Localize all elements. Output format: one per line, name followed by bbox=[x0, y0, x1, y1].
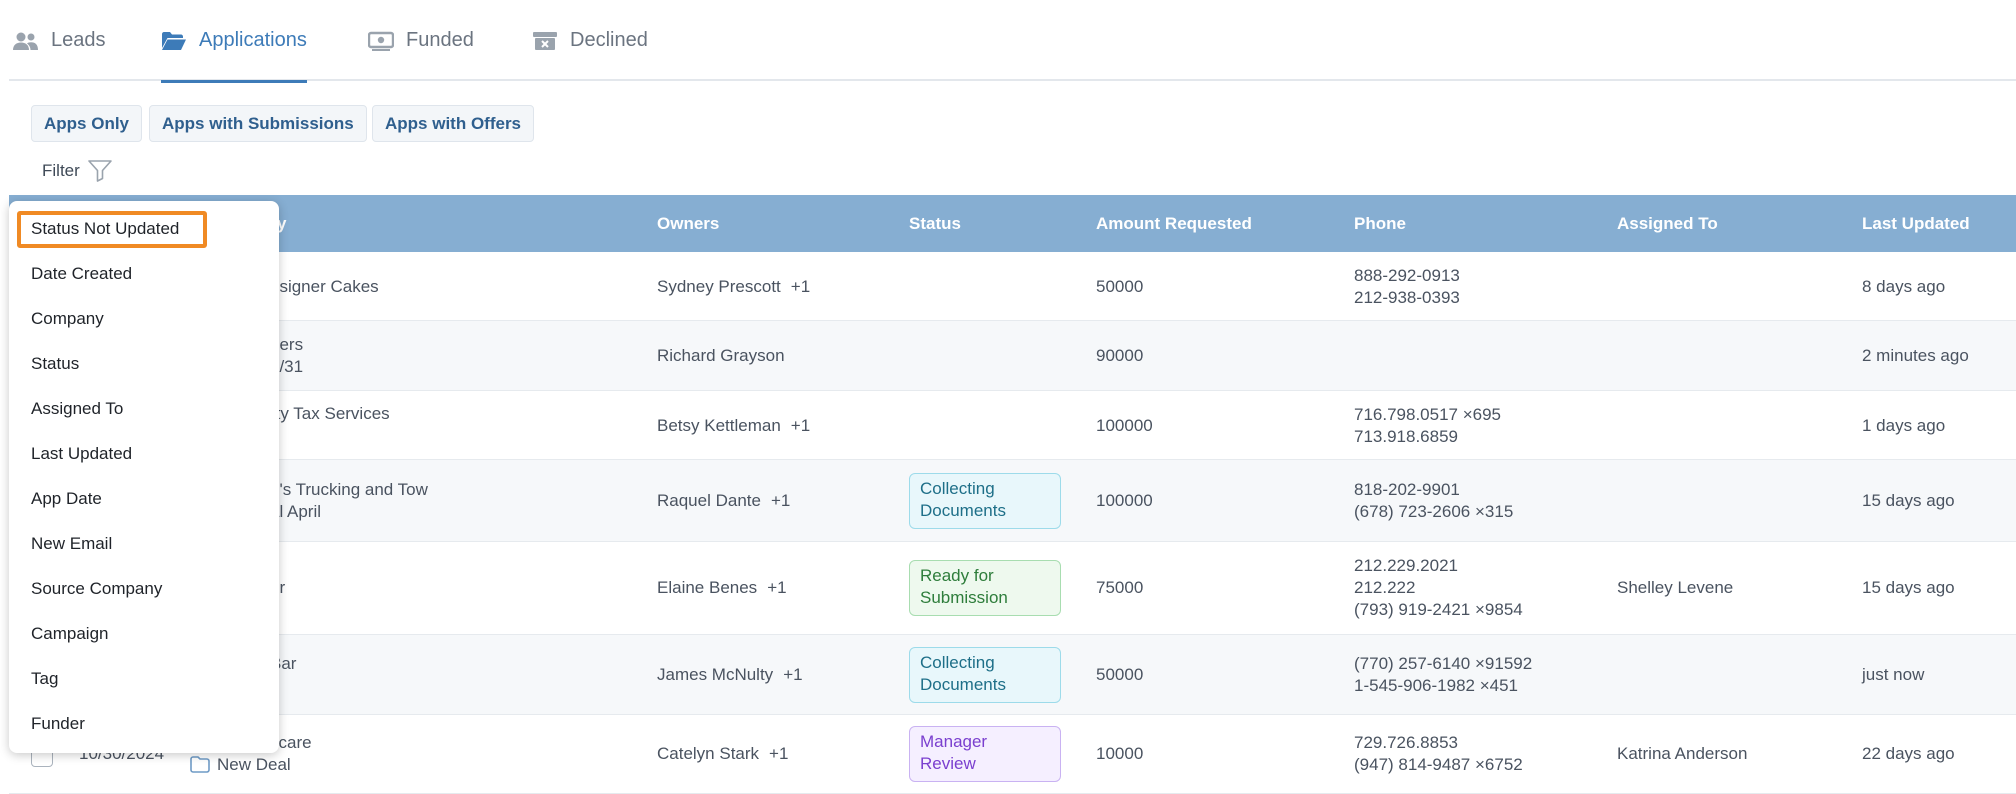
apps-only-button[interactable]: Apps Only bbox=[31, 105, 143, 142]
sort-option-last-updated[interactable]: Last Updated bbox=[31, 444, 132, 464]
column-header-owners[interactable]: Owners bbox=[657, 195, 719, 252]
phone-1: 716.798.0517 ×695 bbox=[1354, 405, 1502, 424]
assigned-to: Katrina Anderson bbox=[1617, 744, 1748, 763]
table-row[interactable]: e's Trucking and Tow al April Raquel Dan… bbox=[9, 460, 2016, 542]
owner-name: Betsy Kettleman +1 bbox=[657, 416, 811, 435]
owner-name: Raquel Dante +1 bbox=[657, 491, 791, 510]
sort-option-app-date[interactable]: App Date bbox=[31, 489, 102, 509]
tab-leads[interactable]: Leads bbox=[13, 0, 106, 81]
status-badge: Manager Review bbox=[909, 726, 1061, 782]
last-updated: 8 days ago bbox=[1862, 277, 1946, 296]
amount-requested: 50000 bbox=[1096, 277, 1144, 296]
sort-option-campaign[interactable]: Campaign bbox=[31, 624, 109, 644]
sort-option-date-created[interactable]: Date Created bbox=[31, 264, 132, 284]
company-name[interactable]: e's Trucking and Tow bbox=[270, 479, 428, 501]
phone-2: (947) 814-9487 ×6752 bbox=[1354, 755, 1523, 774]
funnel-icon bbox=[87, 160, 112, 182]
table-row[interactable]: rty Tax Services Betsy Kettleman +1 10000… bbox=[9, 391, 2016, 460]
owner-name: James McNulty +1 bbox=[657, 665, 803, 684]
users-icon bbox=[13, 32, 38, 50]
apps-with-submissions-button[interactable]: Apps with Submissions bbox=[149, 105, 367, 142]
folder-icon bbox=[190, 756, 210, 773]
sort-option-status-not-updated[interactable]: Status Not Updated bbox=[31, 219, 179, 239]
phone-1: (770) 257-6140 ×91592 bbox=[1354, 654, 1533, 673]
filter-toggle[interactable]: Filter bbox=[42, 160, 112, 182]
table-header: y Owners Status Amount Requested Phone A… bbox=[9, 195, 2016, 252]
owner-name: Elaine Benes +1 bbox=[657, 578, 787, 597]
tab-applications[interactable]: Applications bbox=[161, 0, 307, 83]
tab-bar: Leads Applications Funded Declined bbox=[9, 0, 2016, 83]
last-updated: 15 days ago bbox=[1862, 578, 1955, 597]
table-row[interactable]: esigner Cakes Sydney Prescott +1 50000 88… bbox=[9, 252, 2016, 321]
amount-requested: 75000 bbox=[1096, 578, 1144, 597]
status-badge: Collecting Documents bbox=[909, 473, 1061, 529]
sort-option-tag[interactable]: Tag bbox=[31, 669, 58, 689]
phone-1: 729.726.8853 bbox=[1354, 733, 1458, 752]
table-row[interactable]: Bar James McNulty +1 Collecting Documents … bbox=[9, 635, 2016, 715]
tab-funded-label: Funded bbox=[406, 29, 474, 51]
owner-name: Sydney Prescott +1 bbox=[657, 277, 811, 296]
owner-name: Richard Grayson bbox=[657, 346, 785, 365]
phone-2: 1-545-906-1982 ×451 bbox=[1354, 676, 1518, 695]
phone-1: 212.229.2021 bbox=[1354, 556, 1458, 575]
tab-applications-label: Applications bbox=[199, 29, 307, 51]
deal-stage: New Deal bbox=[217, 755, 291, 774]
company-name[interactable]: esigner Cakes bbox=[270, 276, 379, 298]
money-icon bbox=[368, 31, 394, 51]
sort-option-status[interactable]: Status bbox=[31, 354, 79, 374]
column-header-amount-requested[interactable]: Amount Requested bbox=[1096, 195, 1252, 252]
tab-funded[interactable]: Funded bbox=[368, 0, 474, 81]
sort-option-source-company[interactable]: Source Company bbox=[31, 579, 162, 599]
column-header-status[interactable]: Status bbox=[909, 195, 961, 252]
phone-2: 212.222 bbox=[1354, 578, 1416, 597]
amount-requested: 100000 bbox=[1096, 491, 1153, 510]
filter-label: Filter bbox=[42, 161, 80, 180]
table-row[interactable]: er Elaine Benes+1 Ready forSubmission 75… bbox=[9, 542, 2016, 635]
table-row[interactable]: gers 0/31 Richard Grayson 90000 2 minute… bbox=[9, 321, 2016, 391]
tab-declined-label: Declined bbox=[570, 29, 648, 51]
phone-2: 212-938-0393 bbox=[1354, 288, 1460, 307]
status-badge: Ready for Submission bbox=[909, 560, 1061, 616]
last-updated: 2 minutes ago bbox=[1862, 346, 1969, 365]
apps-with-offers-button[interactable]: Apps with Offers bbox=[372, 105, 535, 142]
table-row[interactable]: 10/30/2024 ycare New Deal Catelyn Stark +… bbox=[9, 715, 2016, 794]
sort-dropdown-menu: Status Not Updated Date Created Company … bbox=[9, 201, 279, 753]
company-name[interactable]: rty Tax Services bbox=[270, 403, 390, 425]
last-updated: 15 days ago bbox=[1862, 491, 1955, 510]
sort-option-funder[interactable]: Funder bbox=[31, 714, 85, 734]
phone-2: 713.918.6859 bbox=[1354, 427, 1458, 446]
amount-requested: 100000 bbox=[1096, 416, 1153, 435]
folder-open-icon bbox=[162, 31, 186, 50]
sort-option-company[interactable]: Company bbox=[31, 309, 104, 329]
last-updated: just now bbox=[1862, 665, 1925, 684]
sort-option-new-email[interactable]: New Email bbox=[31, 534, 112, 554]
column-header-assigned-to[interactable]: Assigned To bbox=[1617, 195, 1718, 252]
sort-option-assigned-to[interactable]: Assigned To bbox=[31, 399, 123, 419]
tab-declined[interactable]: Declined bbox=[532, 0, 648, 81]
owner-name: Catelyn Stark +1 bbox=[657, 744, 789, 763]
assigned-to: Shelley Levene bbox=[1617, 578, 1734, 597]
phone-3: (793) 919-2421 ×9854 bbox=[1354, 600, 1523, 619]
amount-requested: 90000 bbox=[1096, 346, 1144, 365]
column-header-phone[interactable]: Phone bbox=[1354, 195, 1406, 252]
phone-1: 888-292-0913 bbox=[1354, 266, 1460, 285]
tab-leads-label: Leads bbox=[51, 29, 106, 51]
phone-1: 818-202-9901 bbox=[1354, 480, 1460, 499]
phone-2: (678) 723-2606 ×315 bbox=[1354, 502, 1514, 521]
column-header-last-updated[interactable]: Last Updated bbox=[1862, 195, 1970, 252]
last-updated: 1 days ago bbox=[1862, 416, 1946, 435]
last-updated: 22 days ago bbox=[1862, 744, 1955, 763]
archive-x-icon bbox=[533, 31, 557, 50]
amount-requested: 10000 bbox=[1096, 744, 1144, 763]
status-badge: Collecting Documents bbox=[909, 647, 1061, 703]
amount-requested: 50000 bbox=[1096, 665, 1144, 684]
